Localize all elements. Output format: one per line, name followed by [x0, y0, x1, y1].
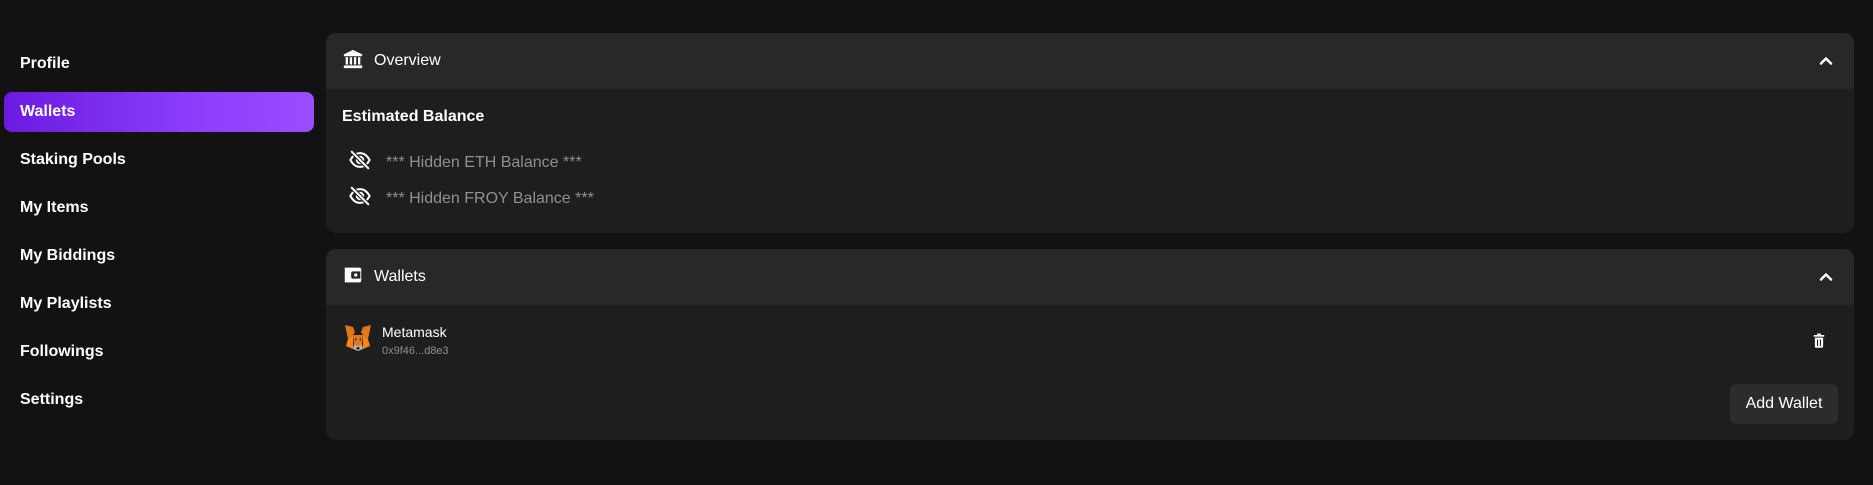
- bank-icon: [342, 48, 364, 75]
- sidebar-item-label: Followings: [20, 343, 104, 360]
- eye-off-icon[interactable]: [348, 149, 372, 176]
- wallet-info: Metamask 0x9f46...d8e3: [382, 324, 449, 357]
- sidebar-item-staking-pools[interactable]: Staking Pools: [4, 140, 314, 180]
- sidebar-item-my-items[interactable]: My Items: [4, 188, 314, 228]
- chevron-up-icon[interactable]: [1816, 267, 1836, 287]
- wallet-name: Metamask: [382, 324, 447, 340]
- wallets-header[interactable]: Wallets: [326, 249, 1854, 305]
- sidebar: Profile Wallets Staking Pools My Items M…: [0, 0, 320, 485]
- wallet-icon: [342, 264, 364, 291]
- sidebar-item-profile[interactable]: Profile: [4, 44, 314, 84]
- estimated-balance-label: Estimated Balance: [342, 108, 485, 125]
- wallet-item: Metamask 0x9f46...d8e3: [342, 322, 449, 359]
- sidebar-item-label: Profile: [20, 55, 70, 72]
- sidebar-item-label: My Playlists: [20, 295, 112, 312]
- sidebar-item-label: Settings: [20, 391, 84, 408]
- sidebar-item-label: My Items: [20, 199, 89, 216]
- sidebar-item-label: Wallets: [20, 103, 76, 120]
- sidebar-item-settings[interactable]: Settings: [4, 380, 314, 420]
- sidebar-item-label: My Biddings: [20, 247, 116, 264]
- overview-header[interactable]: Overview: [326, 33, 1854, 89]
- sidebar-item-followings[interactable]: Followings: [4, 332, 314, 372]
- sidebar-item-my-playlists[interactable]: My Playlists: [4, 284, 314, 324]
- trash-icon[interactable]: [1810, 332, 1828, 350]
- sidebar-item-label: Staking Pools: [20, 151, 126, 168]
- eth-balance-row: *** Hidden ETH Balance ***: [348, 149, 582, 176]
- account-page: Profile Wallets Staking Pools My Items M…: [0, 0, 1873, 485]
- froy-balance-text: *** Hidden FROY Balance ***: [386, 189, 594, 207]
- sidebar-item-wallets[interactable]: Wallets: [4, 92, 314, 132]
- eye-off-icon[interactable]: [348, 185, 372, 212]
- chevron-up-icon[interactable]: [1816, 51, 1836, 71]
- wallets-panel: Wallets Metamask 0x9f46...d8e3 Add Walle…: [326, 249, 1854, 440]
- metamask-fox-icon: [342, 322, 374, 359]
- froy-balance-row: *** Hidden FROY Balance ***: [348, 185, 594, 212]
- overview-panel: Overview Estimated Balance *** Hidden ET…: [326, 33, 1854, 233]
- wallets-title: Wallets: [374, 268, 426, 285]
- wallet-address: 0x9f46...d8e3: [382, 345, 449, 357]
- sidebar-item-my-biddings[interactable]: My Biddings: [4, 236, 314, 276]
- add-wallet-button[interactable]: Add Wallet: [1730, 384, 1838, 424]
- eth-balance-text: *** Hidden ETH Balance ***: [386, 153, 582, 171]
- overview-title: Overview: [374, 52, 441, 69]
